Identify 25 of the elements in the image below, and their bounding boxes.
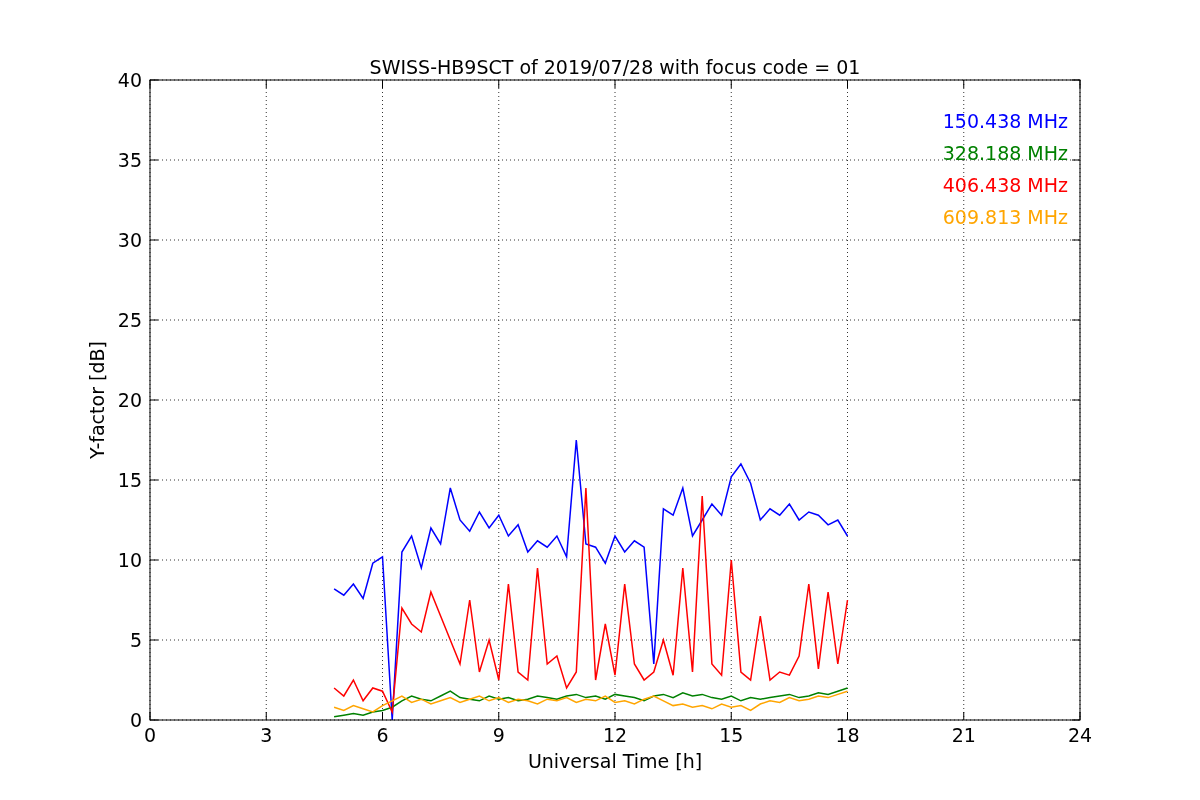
tick-label: 0	[143, 724, 157, 746]
tick-label: 35	[117, 149, 142, 171]
tick-label: 24	[1067, 724, 1093, 746]
legend-label: 150.438 MHz	[942, 110, 1068, 132]
legend-label: 609.813 MHz	[942, 206, 1068, 228]
tick-label: 18	[835, 724, 860, 746]
chart-title: SWISS-HB9SCT of 2019/07/28 with focus code = 01	[369, 56, 861, 78]
tick-label: 15	[117, 469, 142, 491]
tick-label: 20	[117, 389, 142, 411]
tick-label: 0	[129, 709, 142, 731]
tick-label: 21	[951, 724, 976, 746]
tick-label: 12	[602, 724, 628, 746]
tick-label: 3	[260, 724, 273, 746]
tick-label: 15	[719, 724, 744, 746]
axis-label: Universal Time [h]	[527, 750, 703, 772]
tick-label: 6	[376, 724, 389, 746]
legend-label: 406.438 MHz	[942, 174, 1068, 196]
tick-label: 10	[117, 549, 142, 571]
axis-label: Y-factor [dB]	[86, 341, 108, 459]
tick-label: 9	[492, 724, 505, 746]
tick-label: 40	[117, 69, 142, 91]
tick-label: 5	[129, 629, 142, 651]
tick-label: 30	[117, 229, 142, 251]
legend-label: 328.188 MHz	[942, 142, 1068, 164]
tick-label: 25	[117, 309, 142, 331]
